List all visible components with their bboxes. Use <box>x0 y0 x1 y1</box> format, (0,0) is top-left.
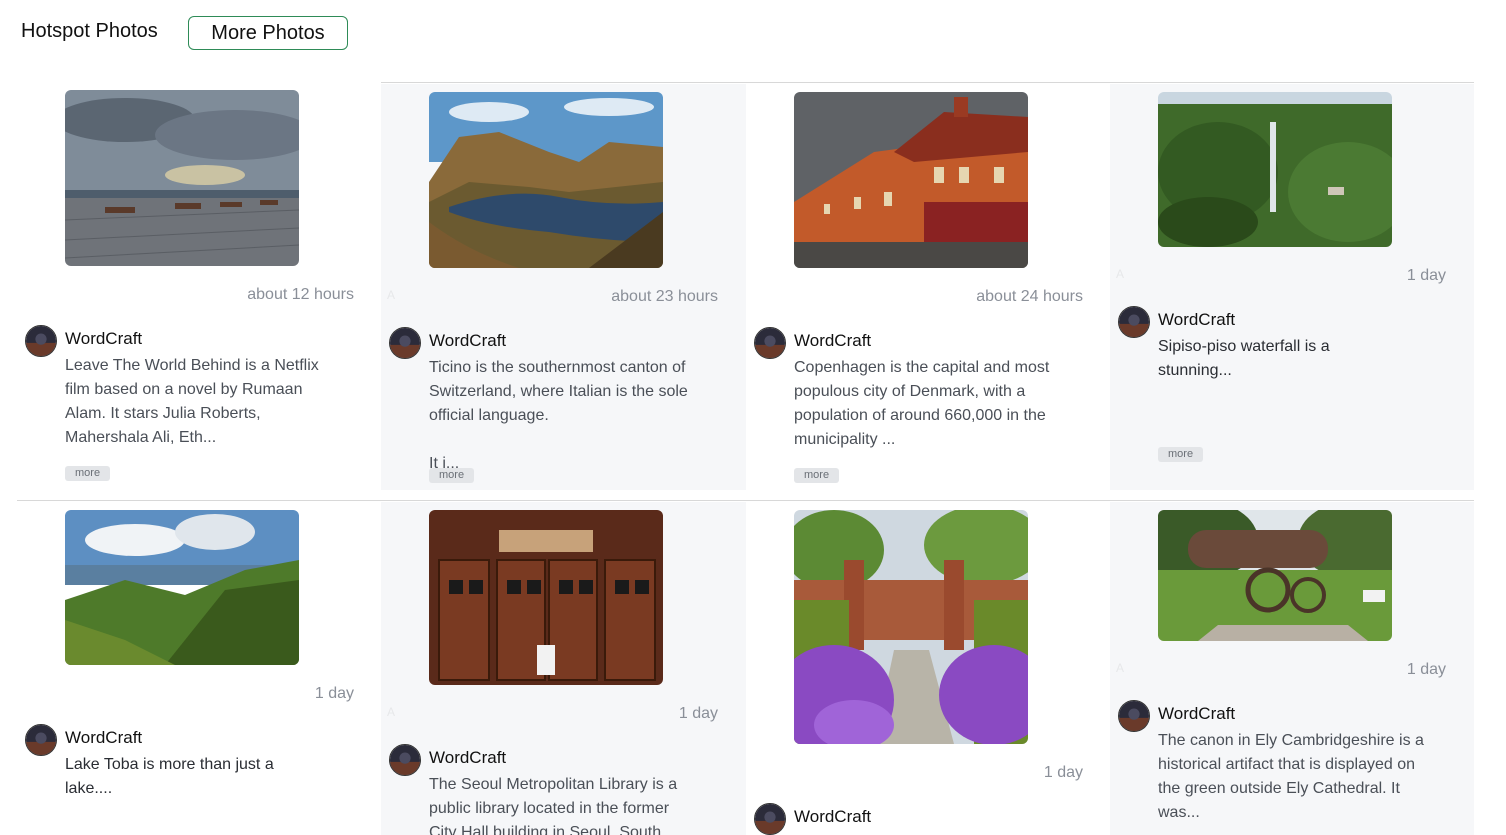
more-photos-button[interactable]: More Photos <box>188 16 348 50</box>
author-name[interactable]: WordCraft <box>65 728 142 748</box>
photo-description: Lake Toba is more than just a lake.... <box>65 756 274 797</box>
post-time: 1 day <box>678 705 718 722</box>
alt-marker: A <box>1116 267 1125 281</box>
photo-card[interactable]: about 24 hours WordCraft Copenhagen is t… <box>746 84 1111 500</box>
photo-description: The Seoul Metropolitan Library is a publ… <box>429 776 678 835</box>
photo-card[interactable]: 1 day WordCraft <box>746 502 1111 835</box>
alt-marker: A <box>387 288 396 302</box>
photo-card[interactable]: A 1 day WordCraft The canon in Ely Cambr… <box>1110 502 1474 835</box>
photo-thumbnail[interactable] <box>794 510 1028 744</box>
photo-description: Sipiso-piso waterfall is a stunning... <box>1158 338 1330 379</box>
author-avatar[interactable] <box>1118 306 1150 338</box>
photo-description: Copenhagen is the capital and most popul… <box>794 359 1050 448</box>
post-time: about 24 hours <box>976 288 1083 305</box>
author-name[interactable]: WordCraft <box>794 807 871 827</box>
author-avatar[interactable] <box>754 803 786 835</box>
photo-thumbnail[interactable] <box>65 90 299 266</box>
alt-marker: A <box>1116 661 1125 675</box>
grid-divider-top <box>381 82 1474 83</box>
author-name[interactable]: WordCraft <box>1158 310 1235 330</box>
photo-card[interactable]: A about 23 hours WordCraft Ticino is the… <box>381 84 746 490</box>
more-button[interactable]: more <box>1158 447 1204 462</box>
page-title: Hotspot Photos <box>21 20 158 42</box>
alt-marker: A <box>387 705 396 719</box>
author-name[interactable]: WordCraft <box>65 329 142 349</box>
photo-thumbnail[interactable] <box>429 92 663 268</box>
photo-card[interactable]: about 12 hours WordCraft Leave The World… <box>17 84 382 500</box>
photo-description: Ticino is the southernmost canton of Swi… <box>429 359 688 424</box>
photo-thumbnail[interactable] <box>429 510 663 685</box>
author-avatar[interactable] <box>1118 700 1150 732</box>
photo-card[interactable]: 1 day WordCraft Lake Toba is more than j… <box>17 502 382 835</box>
post-time: 1 day <box>314 685 354 702</box>
author-avatar[interactable] <box>25 325 57 357</box>
photo-thumbnail[interactable] <box>1158 92 1392 247</box>
post-time: 1 day <box>1406 661 1446 678</box>
author-name[interactable]: WordCraft <box>429 331 506 351</box>
author-avatar[interactable] <box>389 744 421 776</box>
author-avatar[interactable] <box>754 327 786 359</box>
author-avatar[interactable] <box>25 724 57 756</box>
photo-thumbnail[interactable] <box>65 510 299 665</box>
photo-description: Leave The World Behind is a Netflix film… <box>65 357 319 446</box>
post-time: 1 day <box>1406 267 1446 284</box>
author-name[interactable]: WordCraft <box>429 748 506 768</box>
author-avatar[interactable] <box>389 327 421 359</box>
post-time: about 23 hours <box>611 288 718 305</box>
more-button[interactable]: more <box>65 466 111 481</box>
photo-description: The canon in Ely Cambridgeshire is a his… <box>1158 732 1424 821</box>
photo-card[interactable]: A 1 day WordCraft The Seoul Metropolitan… <box>381 502 746 835</box>
more-button[interactable]: more <box>794 468 840 483</box>
photo-thumbnail[interactable] <box>794 92 1028 268</box>
post-time: 1 day <box>1043 764 1083 781</box>
page-header: Hotspot Photos More Photos <box>0 0 1506 70</box>
post-time: about 12 hours <box>247 286 354 303</box>
photo-card[interactable]: A 1 day WordCraft Sipiso-piso waterfall … <box>1110 84 1474 490</box>
photo-thumbnail[interactable] <box>1158 510 1392 641</box>
author-name[interactable]: WordCraft <box>794 331 871 351</box>
more-button[interactable]: more <box>429 468 475 483</box>
author-name[interactable]: WordCraft <box>1158 704 1235 724</box>
grid-divider-middle <box>17 500 1474 501</box>
